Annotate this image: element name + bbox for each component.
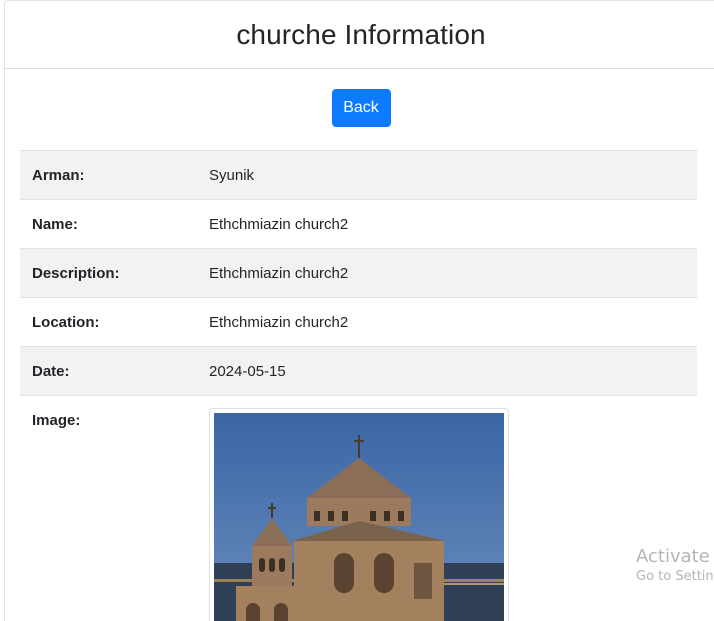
row-value-description: Ethchmiazin church2: [197, 248, 697, 298]
row-value-arman: Syunik: [197, 150, 697, 200]
row-value-image: [197, 395, 697, 621]
table-row: Description: Ethchmiazin church2: [20, 248, 697, 298]
table-row: Image:: [20, 395, 697, 621]
row-label-image: Image:: [20, 395, 197, 621]
row-label-location: Location:: [20, 297, 197, 347]
church-illustration: [214, 413, 504, 621]
back-row: Back: [5, 69, 714, 151]
table-row: Arman: Syunik: [20, 150, 697, 200]
activate-subtitle: Go to Settin: [636, 569, 714, 584]
row-value-date: 2024-05-15: [197, 346, 697, 396]
back-button[interactable]: Back: [331, 89, 391, 127]
row-label-description: Description:: [20, 248, 197, 298]
row-value-name: Ethchmiazin church2: [197, 199, 697, 249]
church-image: [209, 408, 509, 621]
details-table: Arman: Syunik Name: Ethchmiazin church2 …: [20, 150, 697, 621]
table-row: Location: Ethchmiazin church2: [20, 297, 697, 347]
card-header: churche Information: [5, 1, 714, 69]
table-row: Name: Ethchmiazin church2: [20, 199, 697, 249]
page-title: churche Information: [236, 18, 486, 50]
table-row: Date: 2024-05-15: [20, 346, 697, 396]
activate-windows-watermark: Activate W Go to Settin: [636, 546, 714, 586]
activate-title: Activate W: [636, 546, 714, 567]
row-label-name: Name:: [20, 199, 197, 249]
page: churche Information Back Arman: Syunik N…: [0, 0, 714, 621]
row-label-arman: Arman:: [20, 150, 197, 200]
row-label-date: Date:: [20, 346, 197, 396]
row-value-location: Ethchmiazin church2: [197, 297, 697, 347]
